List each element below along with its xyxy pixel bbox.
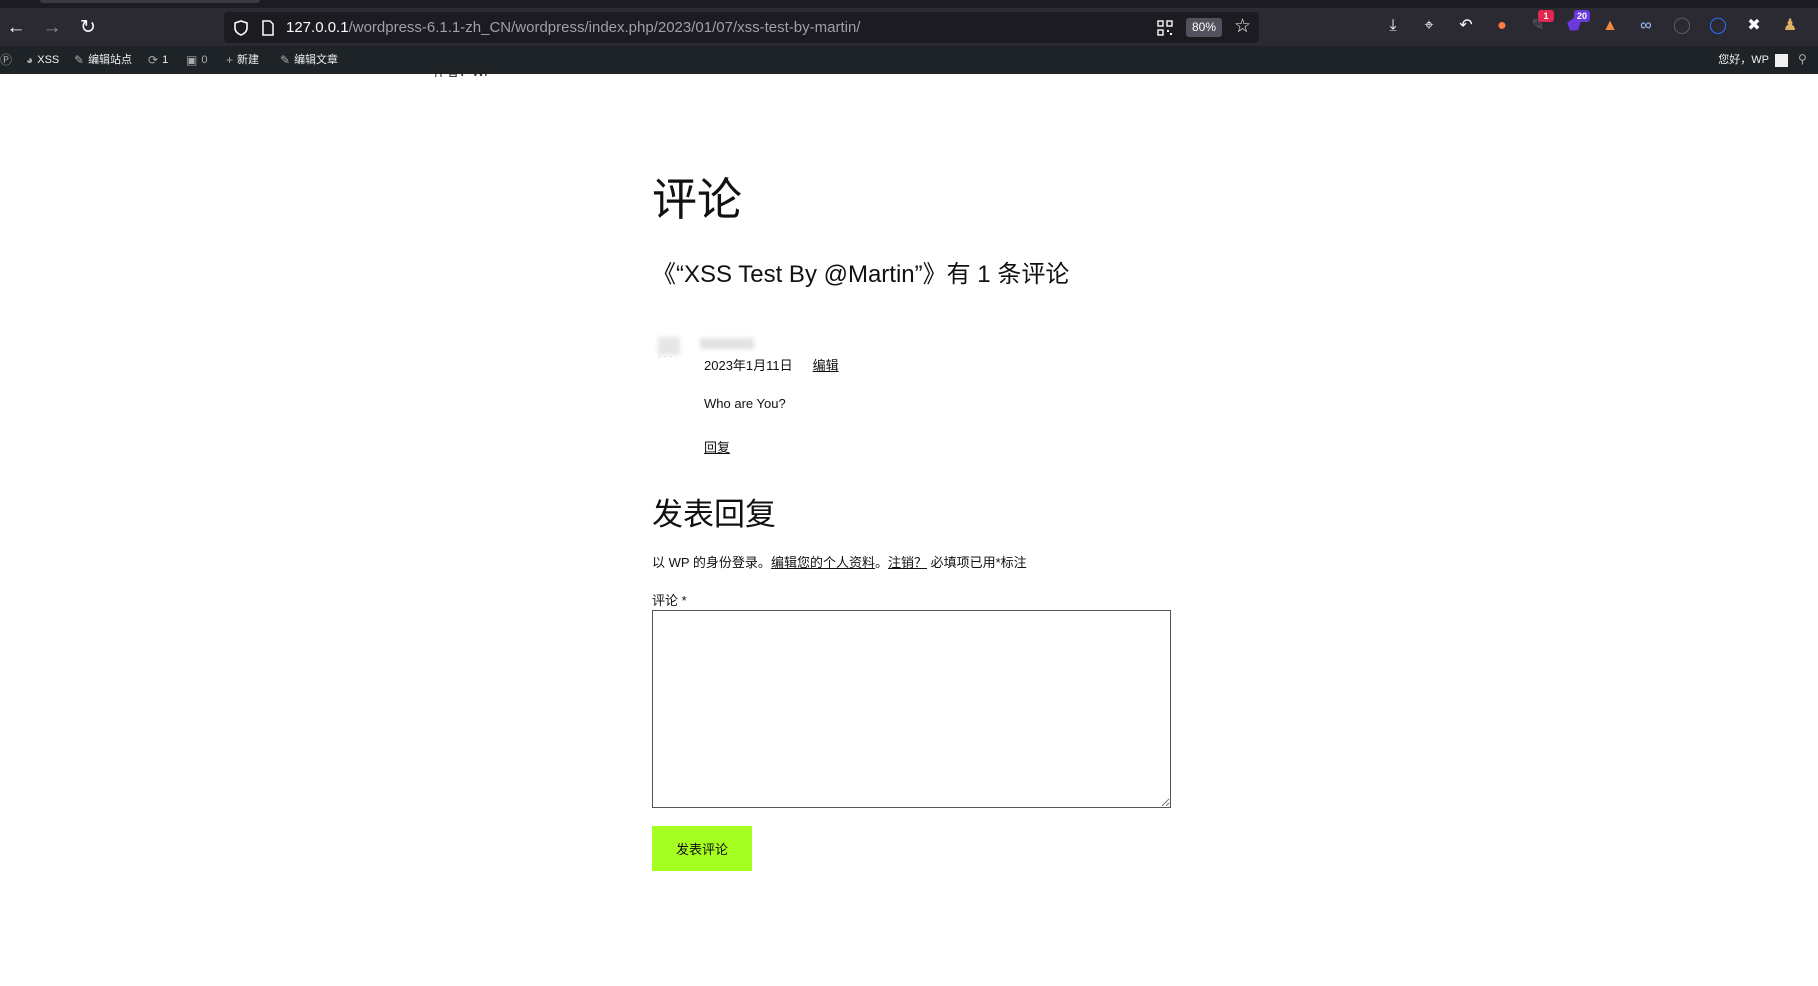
extension-badge-2: 20 — [1574, 10, 1590, 22]
logout-link[interactable]: 注销？ — [888, 555, 927, 570]
extension-pen-icon[interactable]: ✎ 1 — [1526, 10, 1554, 38]
comment-textarea[interactable] — [652, 610, 1171, 808]
comment-body: Who are You? — [704, 396, 786, 411]
edit-profile-link[interactable]: 编辑您的个人资料 — [771, 555, 875, 570]
extension-ring-icon[interactable]: ◯ — [1706, 14, 1730, 38]
extension-fox-icon[interactable]: ● — [1490, 14, 1514, 38]
updates-icon: ⟳ — [148, 53, 159, 67]
plus-icon: + — [226, 53, 234, 67]
download-icon[interactable]: ⤓ — [1381, 14, 1405, 38]
submit-comment-button[interactable]: 发表评论 — [652, 826, 752, 871]
logged-in-notice: 以 WP 的身份登录。编辑您的个人资料。注销？ 必填项已用*标注 — [652, 552, 1027, 571]
required-note: 必填项已用*标注 — [926, 555, 1027, 570]
admin-avatar — [1775, 53, 1788, 67]
extension-circle-icon[interactable]: ◯ — [1670, 14, 1694, 38]
comment-author-name — [700, 338, 754, 349]
reply-form-title: 发表回复 — [652, 497, 776, 532]
brush-icon: ✎ — [74, 53, 85, 67]
undo-arrow-icon[interactable]: ↶ — [1454, 14, 1478, 38]
site-name-item[interactable]: ◕ XSS — [26, 46, 59, 74]
forward-arrow-icon[interactable]: → — [40, 16, 64, 40]
sep-text: 。 — [874, 555, 888, 570]
extension-person-icon[interactable]: ♟ — [1778, 14, 1802, 38]
customize-item[interactable]: ✎ 编辑站点 — [74, 46, 132, 74]
tab-strip — [0, 0, 1818, 8]
comments-count: 0 — [201, 54, 208, 66]
comment-bubble-icon: ▣ — [186, 53, 198, 67]
url-bar[interactable]: 127.0.0.1/wordpress-6.1.1-zh_CN/wordpres… — [224, 12, 1259, 43]
back-arrow-icon[interactable]: ← — [4, 16, 28, 40]
url-text[interactable]: 127.0.0.1/wordpress-6.1.1-zh_CN/wordpres… — [286, 19, 860, 36]
extension-shield-icon[interactable]: ⬟ 20 — [1562, 10, 1590, 38]
comment-field-label: 评论 * — [652, 593, 687, 608]
active-tab-edge[interactable] — [40, 0, 260, 3]
metamask-fox-icon[interactable]: ▲ — [1598, 14, 1622, 38]
comment-date[interactable]: 2023年1月11日 — [704, 355, 793, 374]
extension-cross-icon[interactable]: ✖ — [1742, 14, 1766, 38]
qr-code-icon[interactable] — [1157, 20, 1173, 36]
url-host: 127.0.0.1 — [286, 19, 349, 36]
extension-glasses-icon[interactable]: ∞ — [1634, 14, 1658, 38]
bookmark-star-icon[interactable]: ☆ — [1234, 17, 1251, 37]
comments-count-heading: 《“XSS Test By @Martin”》有 1 条评论 — [652, 261, 1070, 288]
edit-post-label: 编辑文章 — [294, 54, 339, 66]
extension-badge-1: 1 — [1538, 10, 1554, 22]
comment-edit-link[interactable]: 编辑 — [813, 355, 839, 374]
comment-reply-link[interactable]: 回复 — [704, 437, 730, 456]
comment-meta: 2023年1月11日 编辑 — [704, 355, 839, 374]
shield-icon[interactable] — [232, 19, 250, 37]
url-path: /wordpress-6.1.1-zh_CN/wordpress/index.p… — [348, 19, 861, 36]
zoom-indicator[interactable]: 80% — [1186, 18, 1223, 37]
new-content-label: 新建 — [237, 54, 260, 66]
page-icon[interactable] — [260, 19, 276, 37]
pencil-icon: ✎ — [280, 53, 291, 67]
logged-in-prefix: 以 WP 的身份登录。 — [652, 555, 771, 570]
wp-admin-bar: Ⓟ ◕ XSS ✎ 编辑站点 ⟳ 1 ▣ 0 + 新建 ✎ 编辑文章 您好，WP ⚲ — [0, 46, 1818, 74]
edit-post-item[interactable]: ✎ 编辑文章 — [280, 46, 338, 74]
wordpress-logo-icon: Ⓟ — [0, 53, 13, 67]
post-author-cut: 作者：WP — [433, 68, 493, 77]
greeting-label: 您好，WP — [1718, 54, 1769, 66]
new-content-item[interactable]: + 新建 — [226, 46, 259, 74]
updates-item[interactable]: ⟳ 1 — [148, 46, 168, 74]
site-name-label: XSS — [37, 54, 60, 66]
my-account-item[interactable]: 您好，WP — [1718, 46, 1788, 74]
comments-item[interactable]: ▣ 0 — [186, 46, 207, 74]
updates-count: 1 — [162, 54, 169, 66]
search-icon[interactable]: ⚲ — [1798, 52, 1812, 66]
comments-section-title: 评论 — [652, 174, 743, 225]
wp-logo-item[interactable]: Ⓟ — [0, 46, 12, 74]
avatar-dots: ··· — [658, 352, 675, 361]
customize-label: 编辑站点 — [88, 54, 133, 66]
dashboard-icon: ◕ — [26, 53, 34, 67]
crop-icon[interactable]: ⌖ — [1417, 14, 1441, 38]
reload-icon[interactable]: ↻ — [76, 16, 100, 40]
